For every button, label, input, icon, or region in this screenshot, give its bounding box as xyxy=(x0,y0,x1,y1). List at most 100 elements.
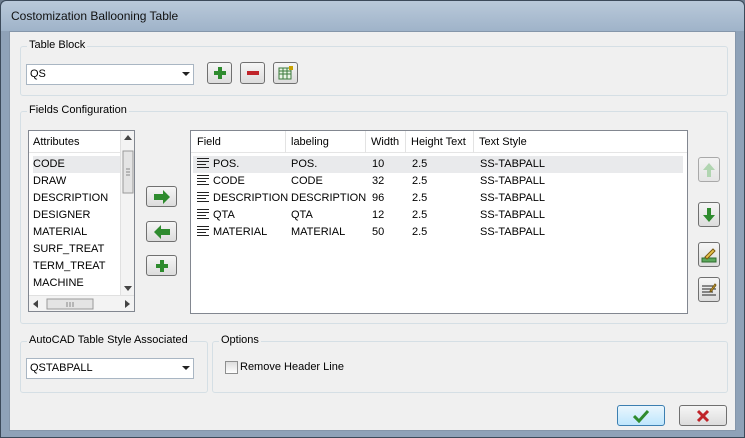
table-row[interactable]: CODE CODE 32 2.5 SS-TABPALL xyxy=(193,173,683,190)
move-down-button[interactable] xyxy=(698,202,720,227)
table-row[interactable]: QTA QTA 12 2.5 SS-TABPALL xyxy=(193,207,683,224)
properties-icon xyxy=(700,281,718,299)
chevron-down-icon xyxy=(182,366,190,370)
edit-icon xyxy=(700,246,718,264)
field-value: POS. xyxy=(213,158,240,170)
add-table-block-button[interactable] xyxy=(207,62,232,84)
width-cell: 50 xyxy=(372,226,385,238)
text-lines-icon xyxy=(197,175,209,186)
fields-table-header: Field labeling Width Height Text Text St… xyxy=(191,131,687,153)
autocad-style-value: QSTABPALL xyxy=(30,362,93,374)
cancel-button[interactable] xyxy=(679,405,727,426)
table-block-value: QS xyxy=(30,68,46,80)
field-properties-button[interactable] xyxy=(698,277,720,302)
field-cell: CODE xyxy=(197,173,245,190)
plus-icon xyxy=(211,64,229,82)
height-text-cell: 2.5 xyxy=(412,209,428,221)
height-text-cell: 2.5 xyxy=(412,175,428,187)
arrow-left-icon xyxy=(153,223,171,241)
labeling-cell: QTA xyxy=(291,209,313,221)
table-row[interactable]: POS. POS. 10 2.5 SS-TABPALL xyxy=(193,156,683,173)
window-title: Costomization Ballooning Table xyxy=(11,9,179,23)
horizontal-scrollbar[interactable] xyxy=(29,295,134,311)
table-edit-icon xyxy=(277,64,295,82)
field-value: MATERIAL xyxy=(213,226,268,238)
ok-button[interactable] xyxy=(617,405,665,426)
text-style-cell: SS-TABPALL xyxy=(480,209,546,221)
column-header-text-style[interactable]: Text Style xyxy=(479,136,527,148)
labeling-cell: DESCRIPTION xyxy=(291,192,367,204)
edit-table-block-button[interactable] xyxy=(273,62,298,84)
field-value: CODE xyxy=(213,175,245,187)
list-item[interactable]: MATERIAL xyxy=(33,224,87,241)
options-label: Options xyxy=(219,334,261,346)
list-item[interactable]: DESIGNER xyxy=(33,207,90,224)
field-value: QTA xyxy=(213,209,235,221)
height-text-cell: 2.5 xyxy=(412,226,428,238)
list-item[interactable]: SURF_TREAT xyxy=(33,241,104,258)
attributes-list[interactable]: Attributes CODE DRAW DESCRIPTION DESIGNE… xyxy=(28,130,135,312)
add-attribute-button[interactable] xyxy=(146,186,177,207)
fields-table[interactable]: Field labeling Width Height Text Text St… xyxy=(190,130,688,314)
list-item[interactable]: MACHINE xyxy=(33,275,84,292)
width-cell: 96 xyxy=(372,192,385,204)
column-divider xyxy=(285,131,286,153)
add-field-button[interactable] xyxy=(146,255,177,276)
vertical-scrollbar[interactable] xyxy=(120,131,134,295)
table-row[interactable]: MATERIAL MATERIAL 50 2.5 SS-TABPALL xyxy=(193,224,683,241)
scrollbar-arrows-icon xyxy=(33,298,130,310)
list-item[interactable]: DESCRIPTION xyxy=(33,190,108,207)
height-text-cell: 2.5 xyxy=(412,158,428,170)
attributes-header: Attributes xyxy=(29,131,121,153)
close-icon xyxy=(694,407,712,425)
width-cell: 10 xyxy=(372,158,385,170)
autocad-style-select[interactable]: QSTABPALL xyxy=(26,358,194,379)
column-divider xyxy=(365,131,366,153)
column-header-labeling[interactable]: labeling xyxy=(291,136,329,148)
text-lines-icon xyxy=(197,192,209,203)
column-header-width[interactable]: Width xyxy=(371,136,399,148)
list-item[interactable]: CODE xyxy=(33,156,121,173)
title-bar[interactable]: Costomization Ballooning Table xyxy=(1,1,744,31)
labeling-cell: POS. xyxy=(291,158,318,170)
fields-config-label: Fields Configuration xyxy=(27,104,129,116)
table-row[interactable]: DESCRIPTION DESCRIPTION 96 2.5 SS-TABPAL… xyxy=(193,190,683,207)
dialog-client: Table Block QS Fields Configuration Attr… xyxy=(9,31,736,431)
field-cell: QTA xyxy=(197,207,235,224)
remove-attribute-button[interactable] xyxy=(146,221,177,242)
arrow-right-icon xyxy=(153,188,171,206)
text-style-cell: SS-TABPALL xyxy=(480,158,546,170)
field-cell: DESCRIPTION xyxy=(197,190,288,207)
field-cell: POS. xyxy=(197,156,239,173)
labeling-cell: MATERIAL xyxy=(291,226,346,238)
list-item[interactable]: TERM_TREAT xyxy=(33,258,106,275)
text-style-cell: SS-TABPALL xyxy=(480,175,546,187)
column-header-field[interactable]: Field xyxy=(197,136,221,148)
width-cell: 32 xyxy=(372,175,385,187)
width-cell: 12 xyxy=(372,209,385,221)
labeling-cell: CODE xyxy=(291,175,323,187)
minus-icon xyxy=(244,64,262,82)
remove-header-label[interactable]: Remove Header Line xyxy=(240,361,344,373)
table-block-select[interactable]: QS xyxy=(26,64,194,85)
dialog-window: Costomization Ballooning Table Table Blo… xyxy=(0,0,745,438)
field-cell: MATERIAL xyxy=(197,224,267,241)
text-lines-icon xyxy=(197,158,209,169)
move-up-icon xyxy=(700,161,718,179)
column-divider xyxy=(405,131,406,153)
text-style-cell: SS-TABPALL xyxy=(480,226,546,238)
column-divider xyxy=(473,131,474,153)
list-item[interactable]: DRAW xyxy=(33,173,66,190)
height-text-cell: 2.5 xyxy=(412,192,428,204)
edit-field-button[interactable] xyxy=(698,242,720,267)
column-header-height-text[interactable]: Height Text xyxy=(411,136,466,148)
chevron-down-icon xyxy=(182,72,190,76)
text-style-cell: SS-TABPALL xyxy=(480,192,546,204)
text-lines-icon xyxy=(197,226,209,237)
move-up-button[interactable] xyxy=(698,157,720,182)
remove-table-block-button[interactable] xyxy=(240,62,265,84)
table-block-label: Table Block xyxy=(27,39,88,51)
text-lines-icon xyxy=(197,209,209,220)
remove-header-checkbox[interactable] xyxy=(225,361,238,374)
check-icon xyxy=(632,407,650,425)
